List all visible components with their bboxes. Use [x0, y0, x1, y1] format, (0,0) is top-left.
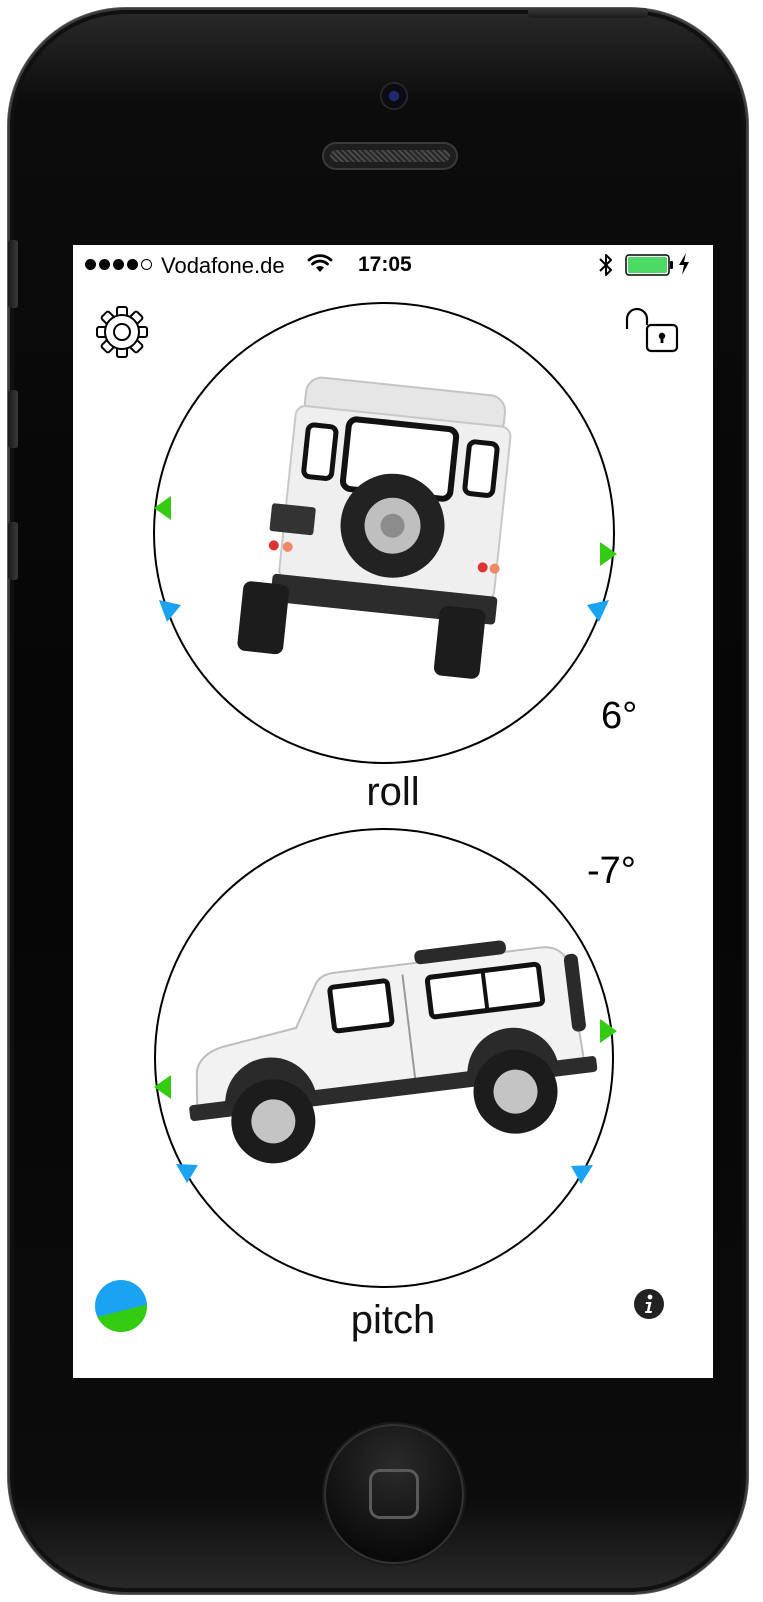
vehicle-side-view — [189, 940, 598, 1164]
signal-strength-icon — [85, 259, 152, 270]
front-camera — [380, 82, 408, 110]
status-bar: Vodafone.de 17:05 — [73, 245, 713, 285]
roll-label: roll — [366, 770, 420, 814]
info-icon[interactable] — [633, 1288, 665, 1320]
pitch-right-green-marker — [600, 1019, 617, 1043]
pitch-angle-value: -7° — [587, 850, 636, 892]
home-button[interactable] — [324, 1424, 464, 1564]
wifi-icon — [307, 254, 333, 272]
horizon-ball-icon[interactable] — [93, 1278, 149, 1334]
phone-frame: Vodafone.de 17:05 6° roll -7° pitch — [8, 8, 748, 1594]
volume-down-button — [8, 522, 18, 580]
vehicle-rear-view — [237, 376, 512, 679]
power-button — [528, 8, 648, 18]
bluetooth-icon — [599, 254, 612, 276]
earpiece-speaker — [322, 142, 458, 170]
pitch-right-blue-marker — [571, 1165, 593, 1184]
roll-right-blue-marker — [587, 600, 609, 622]
charging-bolt-icon — [679, 253, 689, 275]
volume-up-button — [8, 390, 18, 448]
home-square-icon — [369, 1469, 419, 1519]
battery-icon — [625, 254, 673, 276]
pitch-left-blue-marker — [176, 1164, 198, 1183]
silent-switch — [8, 240, 18, 308]
app-screen: Vodafone.de 17:05 6° roll -7° pitch — [73, 245, 713, 1378]
pitch-label: pitch — [350, 1298, 436, 1342]
roll-angle-value: 6° — [601, 695, 638, 737]
pitch-gauge — [154, 828, 617, 1288]
carrier-name: Vodafone.de — [161, 253, 285, 278]
status-time: 17:05 — [358, 253, 412, 276]
